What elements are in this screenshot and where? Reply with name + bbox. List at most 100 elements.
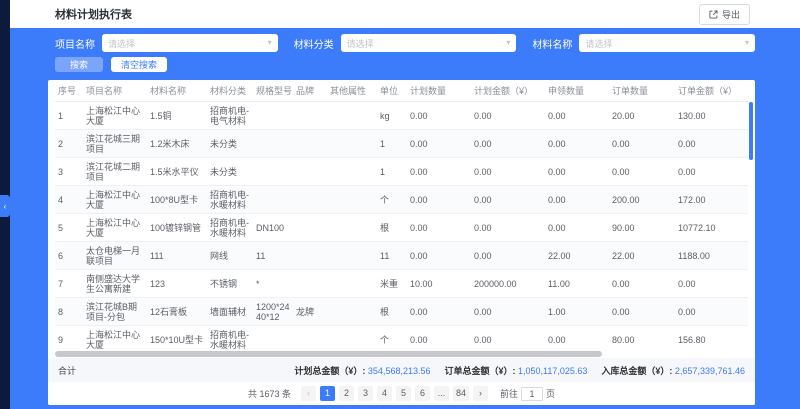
- total-label: 计划总金额（¥）:: [294, 366, 368, 376]
- table-cell: [327, 298, 377, 326]
- table-cell: 0.00: [407, 158, 471, 186]
- table-header-row: 序号项目名称材料名称材料分类规格型号品牌其他属性单位计划数量计划金额（¥）申领数…: [55, 80, 748, 102]
- table-cell: 不锈钢: [207, 270, 253, 298]
- table-cell: 1: [377, 158, 407, 186]
- collapse-icon: ‹: [4, 202, 7, 211]
- table-row[interactable]: 2滨江花城三期项目1.2米木床未分类10.000.000.000.000.00: [55, 130, 748, 158]
- page-button[interactable]: 4: [377, 386, 392, 401]
- prev-page-icon: ‹: [307, 388, 310, 398]
- table-row[interactable]: 5上海松江中心大厦100镀锌钢管招商机电-水暖材料DN100根0.000.000…: [55, 214, 748, 242]
- total-item: 计划总金额（¥）: 354,568,213.56: [294, 364, 430, 377]
- table-cell: [293, 326, 327, 351]
- table-cell: 0.00: [545, 326, 609, 351]
- table-container: 序号项目名称材料名称材料分类规格型号品牌其他属性单位计划数量计划金额（¥）申领数…: [48, 80, 755, 350]
- vertical-scrollbar-thumb[interactable]: [749, 102, 753, 160]
- table-cell: 0.00: [545, 130, 609, 158]
- horizontal-scrollbar-track: [55, 350, 748, 358]
- table-cell: 1188.00: [675, 242, 748, 270]
- table-cell: 90.00: [609, 214, 675, 242]
- next-page-button[interactable]: ›: [473, 386, 488, 401]
- table-cell: 11.00: [545, 270, 609, 298]
- table-cell: 0.00: [471, 326, 545, 351]
- export-icon: [709, 10, 718, 19]
- table-row[interactable]: 6太仓电梯一月联项目111网线11110.000.0022.0022.00118…: [55, 242, 748, 270]
- table-cell: 滨江花城二期项目: [83, 158, 147, 186]
- table-cell: 1.2米木床: [147, 130, 207, 158]
- prev-page-button[interactable]: ‹: [301, 386, 316, 401]
- table-cell: 0.00: [675, 158, 748, 186]
- table-cell: [253, 186, 293, 214]
- table-row[interactable]: 4上海松江中心大厦100*8U型卡招商机电-水暖材料个0.000.000.002…: [55, 186, 748, 214]
- filter-select[interactable]: 请选择▾: [102, 34, 278, 52]
- table-cell: 1: [55, 102, 83, 130]
- table-cell: 0.00: [407, 186, 471, 214]
- table-cell: 未分类: [207, 158, 253, 186]
- filter-select[interactable]: 请选择▾: [579, 34, 755, 52]
- page-button[interactable]: 1: [320, 386, 335, 401]
- horizontal-scrollbar-thumb[interactable]: [55, 351, 602, 357]
- table-row[interactable]: 3滨江花城二期项目1.5米水平仪未分类10.000.000.000.000.00: [55, 158, 748, 186]
- total-label: 订单总金额（¥）:: [444, 366, 518, 376]
- table-cell: 0.00: [471, 298, 545, 326]
- table-cell: [293, 270, 327, 298]
- column-header: 订单金额（¥）: [675, 80, 748, 102]
- table-cell: [253, 326, 293, 351]
- table-cell: [327, 102, 377, 130]
- table-row[interactable]: 1上海松江中心大厦1.5铜招商机电-电气材料kg0.000.000.0020.0…: [55, 102, 748, 130]
- table-cell: DN100: [253, 214, 293, 242]
- total-label: 入库总金额（¥）:: [601, 366, 675, 376]
- search-button[interactable]: 搜索: [55, 57, 103, 72]
- filter-buttons: 搜索 清空搜索: [55, 57, 755, 72]
- table-cell: 6: [55, 242, 83, 270]
- table-cell: 80.00: [609, 326, 675, 351]
- export-button[interactable]: 导出: [699, 4, 750, 25]
- page-list: 123456... 84: [320, 386, 469, 401]
- total-value: 1,050,117,025.63: [518, 366, 587, 376]
- table-cell: 0.00: [471, 102, 545, 130]
- column-header: 单位: [377, 80, 407, 102]
- goto-page-input[interactable]: [521, 387, 543, 401]
- filter-panel: 项目名称请选择▾材料分类请选择▾材料名称请选择▾ 搜索 清空搜索: [10, 28, 800, 80]
- page-button[interactable]: 5: [396, 386, 411, 401]
- table-cell: 招商机电-水暖材料: [207, 214, 253, 242]
- select-placeholder: 请选择: [585, 37, 612, 50]
- table-cell: 2: [55, 130, 83, 158]
- column-header: 规格型号: [253, 80, 293, 102]
- table-cell: 0.00: [675, 270, 748, 298]
- table-cell: 5: [55, 214, 83, 242]
- table-cell: 上海松江中心大厦: [83, 102, 147, 130]
- page-ellipsis-button[interactable]: ...: [434, 386, 449, 401]
- table-cell: 上海松江中心大厦: [83, 214, 147, 242]
- table-cell: 123: [147, 270, 207, 298]
- app-root: ‹ 材料计划执行表 导出 项目名称请选择▾材料分类请选择▾材料名称请选择▾ 搜索…: [0, 0, 800, 409]
- collapsed-sidebar: ‹: [0, 0, 10, 409]
- filter-select[interactable]: 请选择▾: [341, 34, 517, 52]
- page-button[interactable]: 6: [415, 386, 430, 401]
- summary-label: 合计: [58, 364, 76, 377]
- table-cell: [293, 242, 327, 270]
- filter-label: 材料名称: [532, 36, 572, 51]
- table-cell: [327, 130, 377, 158]
- table-cell: 111: [147, 242, 207, 270]
- page-button[interactable]: 2: [339, 386, 354, 401]
- page-button[interactable]: 3: [358, 386, 373, 401]
- table-cell: 上海松江中心大厦: [83, 326, 147, 351]
- table-row[interactable]: 7南侧盛达大学生公寓新建123不锈钢*米重10.00200000.0011.00…: [55, 270, 748, 298]
- table-row[interactable]: 9上海松江中心大厦150*10U型卡招商机电-水暖材料个0.000.000.00…: [55, 326, 748, 351]
- table-cell: 滨江花城三期项目: [83, 130, 147, 158]
- table-row[interactable]: 8滨江花城B期项目-分包12石膏板墙面辅材1200*2440*12龙牌根0.00…: [55, 298, 748, 326]
- table-cell: 172.00: [675, 186, 748, 214]
- table-cell: [253, 130, 293, 158]
- goto-suffix: 页: [546, 387, 555, 400]
- table-cell: 0.00: [407, 130, 471, 158]
- table-cell: 龙牌: [293, 298, 327, 326]
- table-cell: 22.00: [609, 242, 675, 270]
- sidebar-toggle[interactable]: ‹: [0, 195, 10, 217]
- table-cell: 1200*2440*12: [253, 298, 293, 326]
- clear-search-button[interactable]: 清空搜索: [111, 57, 167, 72]
- table-cell: 100*8U型卡: [147, 186, 207, 214]
- table-cell: 0.00: [407, 242, 471, 270]
- table-cell: 0.00: [471, 214, 545, 242]
- table-cell: [327, 270, 377, 298]
- page-button[interactable]: 84: [453, 386, 469, 401]
